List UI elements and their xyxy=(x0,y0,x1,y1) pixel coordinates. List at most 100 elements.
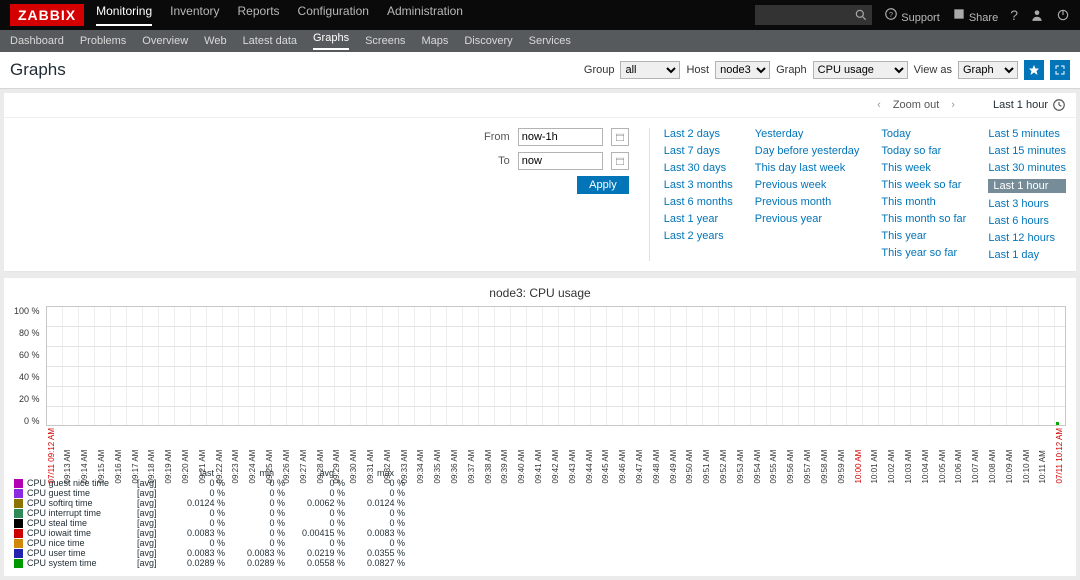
preset-this-year[interactable]: This year xyxy=(881,230,966,242)
from-label: From xyxy=(484,131,510,143)
legend-name: CPU interrupt time xyxy=(27,508,137,518)
share-link[interactable]: Share xyxy=(952,7,998,24)
preset-last-6-months[interactable]: Last 6 months xyxy=(664,196,733,208)
preset-last-3-months[interactable]: Last 3 months xyxy=(664,179,733,191)
preset-previous-year[interactable]: Previous year xyxy=(755,213,860,225)
preset-today[interactable]: Today xyxy=(881,128,966,140)
subnav-overview[interactable]: Overview xyxy=(142,35,188,47)
preset-this-week[interactable]: This week xyxy=(881,162,966,174)
xtick: 09:46 AM xyxy=(618,428,627,483)
xtick: 09:54 AM xyxy=(753,428,762,483)
search-wrap[interactable] xyxy=(755,5,872,25)
prev-arrow-icon[interactable]: ‹ xyxy=(877,99,881,111)
apply-button[interactable]: Apply xyxy=(577,176,629,194)
legend-val: 0 % xyxy=(345,488,405,498)
preset-last-12-hours[interactable]: Last 12 hours xyxy=(988,232,1066,244)
subnav-screens[interactable]: Screens xyxy=(365,35,405,47)
subnav-web[interactable]: Web xyxy=(204,35,226,47)
preset-last-15-minutes[interactable]: Last 15 minutes xyxy=(988,145,1066,157)
share-icon xyxy=(952,7,966,21)
preset-previous-month[interactable]: Previous month xyxy=(755,196,860,208)
preset-last-1-hour[interactable]: Last 1 hour xyxy=(988,179,1066,193)
x-axis: 07/11 09:12 AM09:13 AM09:14 AM09:15 AM09… xyxy=(46,428,1066,483)
preset-last-30-minutes[interactable]: Last 30 minutes xyxy=(988,162,1066,174)
to-input[interactable] xyxy=(518,152,603,170)
to-calendar-icon[interactable] xyxy=(611,152,629,170)
preset-last-2-days[interactable]: Last 2 days xyxy=(664,128,733,140)
preset-last-1-year[interactable]: Last 1 year xyxy=(664,213,733,225)
favorite-button[interactable] xyxy=(1024,60,1044,80)
legend-val: 0 % xyxy=(225,538,285,548)
group-select[interactable]: all xyxy=(620,61,680,79)
preset-last-2-years[interactable]: Last 2 years xyxy=(664,230,733,242)
preset-last-30-days[interactable]: Last 30 days xyxy=(664,162,733,174)
top-bar: ZABBIX MonitoringInventoryReportsConfigu… xyxy=(0,0,1080,30)
host-select[interactable]: node3 xyxy=(715,61,770,79)
subnav-dashboard[interactable]: Dashboard xyxy=(10,35,64,47)
preset-this-year-so-far[interactable]: This year so far xyxy=(881,247,966,259)
xtick: 09:37 AM xyxy=(467,428,476,483)
subnav-discovery[interactable]: Discovery xyxy=(464,35,512,47)
graph-select[interactable]: CPU usage xyxy=(813,61,908,79)
xtick: 10:02 AM xyxy=(887,428,896,483)
power-icon[interactable] xyxy=(1056,8,1070,22)
legend-val: 0 % xyxy=(285,538,345,548)
user-icon[interactable] xyxy=(1030,8,1044,22)
fullscreen-button[interactable] xyxy=(1050,60,1070,80)
preset-last-1-day[interactable]: Last 1 day xyxy=(988,249,1066,261)
xtick: 09:24 AM xyxy=(248,428,257,483)
topnav-reports[interactable]: Reports xyxy=(238,4,280,26)
xtick: 09:55 AM xyxy=(769,428,778,483)
xtick: 10:11 AM xyxy=(1038,428,1047,483)
preset-day-before-yesterday[interactable]: Day before yesterday xyxy=(755,145,860,157)
subnav-maps[interactable]: Maps xyxy=(421,35,448,47)
xtick: 07/11 10:12 AM xyxy=(1055,428,1064,483)
legend-val: 0.0289 % xyxy=(225,558,285,568)
xtick: 10:06 AM xyxy=(954,428,963,483)
chart-grid[interactable] xyxy=(46,306,1066,426)
data-bar xyxy=(1056,422,1059,425)
search-icon xyxy=(854,8,868,22)
from-input[interactable] xyxy=(518,128,603,146)
preset-this-month[interactable]: This month xyxy=(881,196,966,208)
legend-row: CPU interrupt time[avg]0 %0 %0 %0 % xyxy=(14,508,1066,518)
ytick: 20 % xyxy=(19,394,40,404)
legend-val: 0 % xyxy=(345,538,405,548)
preset-today-so-far[interactable]: Today so far xyxy=(881,145,966,157)
help-icon[interactable]: ? xyxy=(1010,7,1018,23)
support-link[interactable]: ? Support xyxy=(884,7,940,24)
zoom-out-link[interactable]: Zoom out xyxy=(893,99,939,111)
preset-this-month-so-far[interactable]: This month so far xyxy=(881,213,966,225)
legend-name: CPU steal time xyxy=(27,518,137,528)
current-range[interactable]: Last 1 hour xyxy=(993,98,1066,112)
xtick: 10:00 AM xyxy=(854,428,863,483)
viewas-select[interactable]: Graph xyxy=(958,61,1018,79)
subnav-latest-data[interactable]: Latest data xyxy=(243,35,297,47)
from-calendar-icon[interactable] xyxy=(611,128,629,146)
xtick: 07/11 09:12 AM xyxy=(47,428,56,483)
legend-val: 0 % xyxy=(345,518,405,528)
topnav-administration[interactable]: Administration xyxy=(387,4,463,26)
support-icon: ? xyxy=(884,7,898,21)
xtick: 09:56 AM xyxy=(786,428,795,483)
legend-name: CPU user time xyxy=(27,548,137,558)
xtick: 09:47 AM xyxy=(635,428,644,483)
subnav-services[interactable]: Services xyxy=(529,35,571,47)
next-arrow-icon[interactable]: › xyxy=(951,99,955,111)
search-input[interactable] xyxy=(759,5,854,25)
preset-this-week-so-far[interactable]: This week so far xyxy=(881,179,966,191)
topnav-configuration[interactable]: Configuration xyxy=(298,4,369,26)
preset-last-3-hours[interactable]: Last 3 hours xyxy=(988,198,1066,210)
preset-last-7-days[interactable]: Last 7 days xyxy=(664,145,733,157)
subnav-problems[interactable]: Problems xyxy=(80,35,126,47)
topnav-monitoring[interactable]: Monitoring xyxy=(96,4,152,26)
ytick: 0 % xyxy=(24,416,40,426)
topnav-inventory[interactable]: Inventory xyxy=(170,4,219,26)
time-selector-bar: ‹ Zoom out › Last 1 hour xyxy=(4,93,1076,118)
preset-last-5-minutes[interactable]: Last 5 minutes xyxy=(988,128,1066,140)
preset-last-6-hours[interactable]: Last 6 hours xyxy=(988,215,1066,227)
subnav-graphs[interactable]: Graphs xyxy=(313,32,349,50)
preset-previous-week[interactable]: Previous week xyxy=(755,179,860,191)
preset-yesterday[interactable]: Yesterday xyxy=(755,128,860,140)
preset-this-day-last-week[interactable]: This day last week xyxy=(755,162,860,174)
